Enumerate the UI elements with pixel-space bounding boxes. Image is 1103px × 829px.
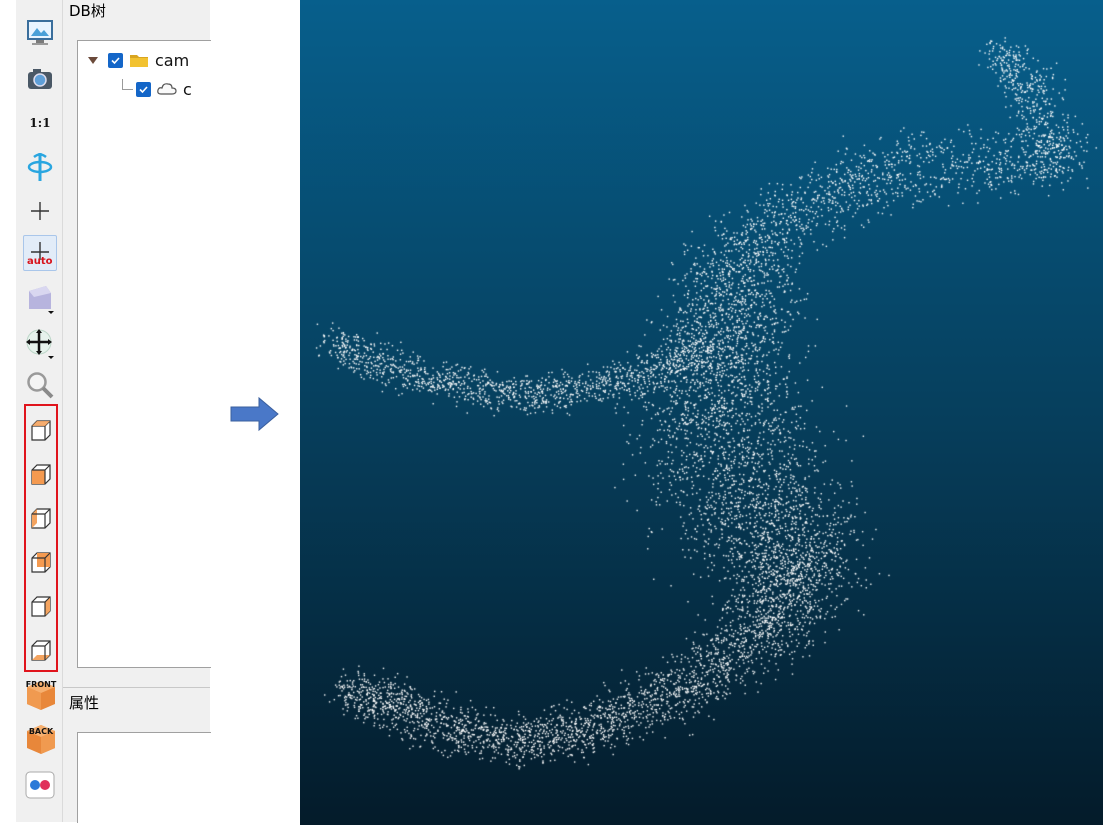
- top-view-icon: [31, 420, 51, 441]
- right-view-button[interactable]: [24, 590, 56, 624]
- left-view-icon: [31, 508, 51, 529]
- checkbox-checked[interactable]: [108, 52, 123, 68]
- db-tree: cam c: [77, 40, 211, 668]
- bottom-view-icon: [31, 640, 51, 661]
- camera-settings-icon: [28, 69, 52, 89]
- move-button[interactable]: [24, 326, 56, 360]
- front-label: FRONT: [25, 680, 57, 689]
- point-cloud: [300, 0, 1103, 825]
- back-view-icon: [31, 552, 51, 573]
- bottom-view-button[interactable]: [24, 634, 56, 668]
- stereo-icon: [25, 771, 55, 799]
- pivot-icon: [31, 202, 49, 220]
- zoom-button[interactable]: [24, 368, 56, 402]
- checkbox-checked[interactable]: [136, 81, 151, 97]
- panel-divider: [63, 687, 210, 688]
- top-view-button[interactable]: [24, 414, 56, 448]
- iso-front-button[interactable]: FRONT: [24, 678, 56, 712]
- db-tree-panel: DB树 cam c 属性: [63, 0, 211, 823]
- tree-item-label: c: [183, 79, 192, 99]
- tree-item-label: cam: [155, 50, 190, 70]
- zoom-1-1-icon: 1:1: [29, 116, 51, 130]
- left-view-button[interactable]: [24, 502, 56, 536]
- point-cloud-icon: [157, 83, 177, 95]
- folder-icon: [130, 55, 148, 67]
- stereo-button[interactable]: [24, 768, 56, 802]
- tree-item-cloud[interactable]: c: [136, 78, 192, 100]
- pivot-auto-button[interactable]: auto: [23, 235, 57, 271]
- properties-title: 属性: [69, 694, 100, 712]
- perspective-icon: [29, 286, 54, 314]
- back-view-button[interactable]: [24, 546, 56, 580]
- tree-item-root[interactable]: cam: [88, 49, 189, 71]
- right-view-icon: [31, 596, 51, 617]
- iso-back-icon: BACK: [24, 722, 56, 756]
- rotation-icon: [27, 153, 53, 181]
- display-settings-button[interactable]: [24, 16, 56, 50]
- camera-settings-button[interactable]: [24, 62, 56, 96]
- auto-label: auto: [27, 256, 53, 267]
- move-icon: [26, 329, 54, 359]
- expand-arrow-icon[interactable]: [88, 56, 98, 64]
- front-view-icon: [31, 464, 51, 485]
- zoom-1-1-button[interactable]: 1:1: [24, 106, 56, 140]
- iso-back-button[interactable]: BACK: [24, 722, 56, 756]
- arrow-right-icon: [230, 396, 279, 432]
- 3d-viewer[interactable]: [300, 0, 1103, 825]
- zoom-icon: [27, 372, 54, 399]
- view-toolbar: 1:1 auto FRONT BACK: [16, 0, 63, 822]
- properties-panel: [77, 732, 211, 823]
- rotation-button[interactable]: [24, 150, 56, 184]
- pivot-auto-icon: auto: [25, 238, 55, 268]
- tree-branch-line: [122, 79, 133, 90]
- iso-front-icon: FRONT: [24, 678, 56, 712]
- front-view-button[interactable]: [24, 458, 56, 492]
- display-settings-icon: [27, 20, 53, 45]
- db-tree-title: DB树: [69, 2, 106, 20]
- pivot-button[interactable]: [24, 194, 56, 228]
- back-label: BACK: [28, 727, 54, 736]
- perspective-button[interactable]: [24, 282, 56, 316]
